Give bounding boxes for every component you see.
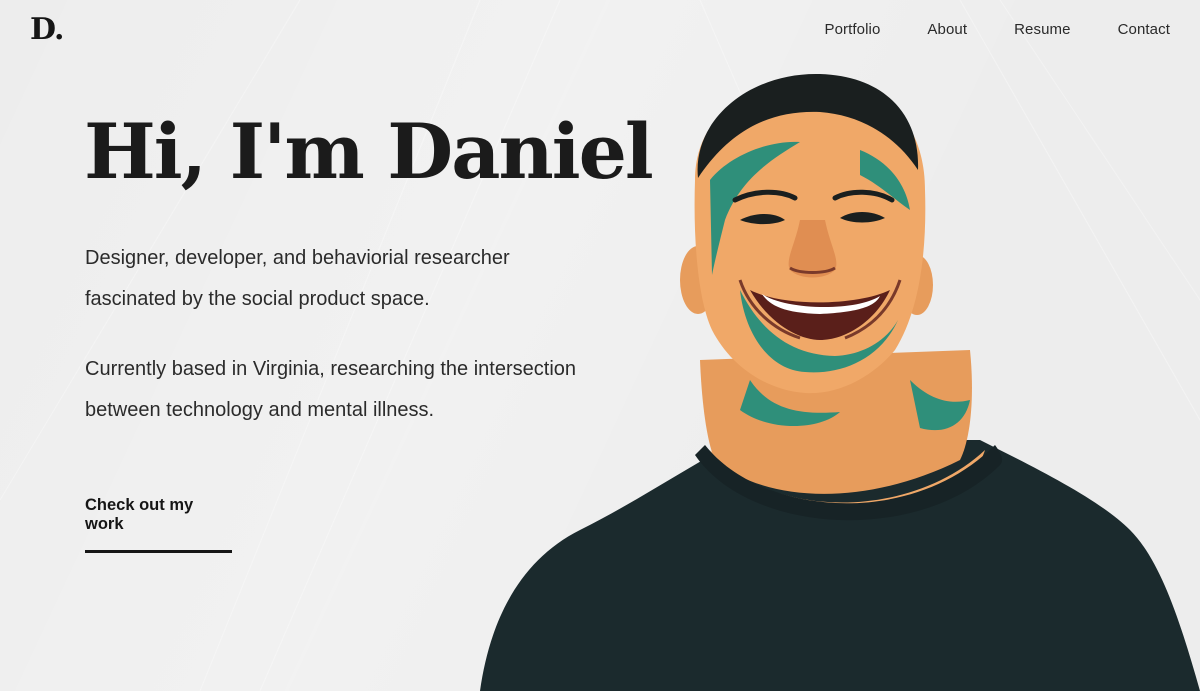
intro-line-2: fascinated by the social product space. [85, 288, 430, 310]
intro-line-1: Designer, developer, and behaviorial res… [85, 247, 510, 269]
main-nav: Portfolio About Resume Contact [824, 21, 1170, 38]
location-line-2: between technology and mental illness. [85, 399, 435, 421]
site-logo[interactable]: D. [30, 12, 64, 47]
page: D. Portfolio About Resume Contact Hi, I'… [0, 0, 1200, 691]
intro-paragraph: Designer, developer, and behaviorial res… [85, 238, 605, 320]
nav-about[interactable]: About [927, 21, 967, 38]
hero-title: Hi, I'm Daniel [84, 107, 654, 196]
nav-contact[interactable]: Contact [1118, 21, 1170, 38]
location-line-1: Currently based in Virginia, researching… [85, 358, 577, 380]
nav-portfolio[interactable]: Portfolio [824, 21, 880, 38]
check-out-work-link[interactable]: Check out my work [85, 496, 232, 553]
location-paragraph: Currently based in Virginia, researching… [85, 349, 605, 431]
nav-resume[interactable]: Resume [1014, 21, 1070, 38]
